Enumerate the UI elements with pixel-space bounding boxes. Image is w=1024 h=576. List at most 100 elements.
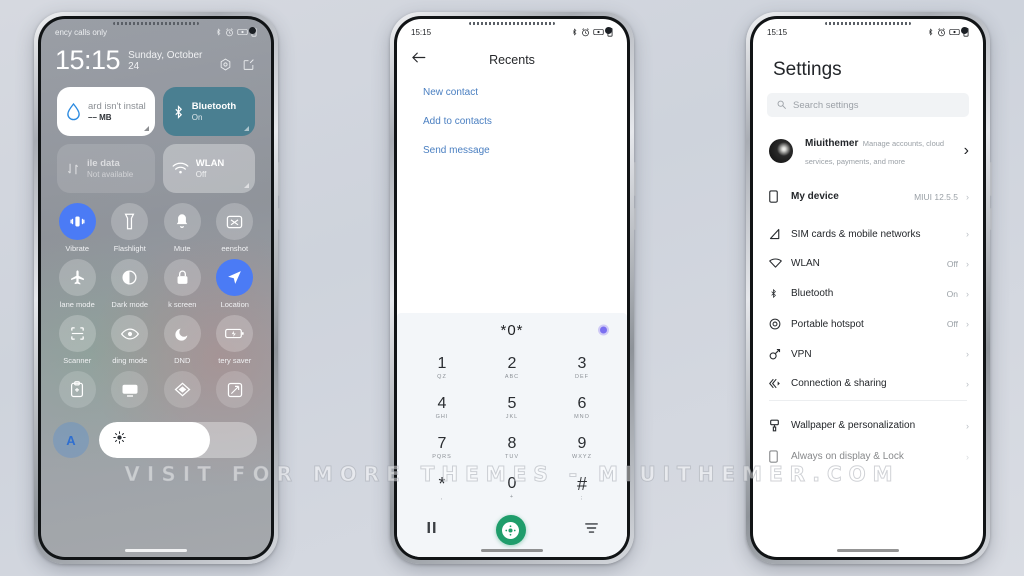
quick-card-storage[interactable]: ard isn't instal –– MB xyxy=(57,87,155,136)
dialpad-call-icon xyxy=(502,521,520,539)
dialpad-key-hash[interactable]: #; xyxy=(547,469,617,507)
eye-icon xyxy=(111,315,149,352)
row-label: Bluetooth xyxy=(791,288,834,299)
sync-icon xyxy=(216,371,254,408)
toggle-label: Dark mode xyxy=(111,300,149,309)
toggle-screenshot[interactable]: eenshot xyxy=(209,203,262,253)
page-title: Settings xyxy=(773,59,842,80)
dialpad-key-1[interactable]: 1 QZ xyxy=(407,349,477,387)
quick-card-sub: –– MB xyxy=(88,113,112,122)
quick-cards: ard isn't instal –– MB Bluetooth On ile … xyxy=(41,74,271,193)
auto-brightness-button[interactable]: A xyxy=(53,422,89,458)
key-letters: DEF xyxy=(575,374,589,380)
key-letters: GHI xyxy=(435,414,449,420)
sim-select-icon[interactable] xyxy=(584,521,598,539)
toggle-lock-screen[interactable]: k screen xyxy=(156,259,209,309)
earpiece-grille xyxy=(825,22,911,25)
key-digit: 4 xyxy=(437,395,447,412)
toggle-dnd[interactable]: DND xyxy=(156,315,209,365)
toggle-flashlight[interactable]: Flashlight xyxy=(104,203,157,253)
chevron-right-icon: › xyxy=(966,349,969,359)
option-new-contact[interactable]: New contact xyxy=(423,87,627,98)
row-label: Always on display & Lock xyxy=(791,451,904,462)
card-resize-handle[interactable] xyxy=(244,183,249,188)
dialpad-key-6[interactable]: 6 MNO xyxy=(547,389,617,427)
dialpad-key-star[interactable]: *, xyxy=(407,469,477,507)
toggle-sync[interactable] xyxy=(209,371,262,412)
toggle-reading-mode[interactable]: ding mode xyxy=(104,315,157,365)
dialpad-key-9[interactable]: 9 WXYZ xyxy=(547,429,617,467)
quick-card-title: Bluetooth xyxy=(191,101,237,112)
option-add-to-contacts[interactable]: Add to contacts xyxy=(423,116,627,127)
toggle-label: Scanner xyxy=(63,356,92,365)
key-letters: TUV xyxy=(505,454,519,460)
cast-icon xyxy=(111,371,149,408)
option-send-message[interactable]: Send message xyxy=(423,145,627,156)
settings-row-bluetooth[interactable]: Bluetooth On › xyxy=(753,278,983,309)
settings-row-my-device[interactable]: My device MIUI 12.5.5 › xyxy=(753,181,983,212)
toggle-battery-saver[interactable]: tery saver xyxy=(209,315,262,365)
settings-row-wallpaper[interactable]: Wallpaper & personalization › xyxy=(753,410,983,441)
toggle-mute[interactable]: Mute xyxy=(156,203,209,253)
sim-indicator-dot[interactable] xyxy=(598,324,609,336)
key-letters: ; xyxy=(580,495,584,501)
vibrate-status-icon xyxy=(593,29,604,35)
toggle-nfc[interactable] xyxy=(156,371,209,412)
toggle-location[interactable]: Location xyxy=(209,259,262,309)
chevron-right-icon: › xyxy=(966,288,969,299)
toggle-vibrate[interactable]: Vibrate xyxy=(51,203,104,253)
card-resize-handle[interactable] xyxy=(244,126,249,131)
brush-icon xyxy=(769,419,791,432)
bell-icon xyxy=(163,203,201,240)
status-time: 15:15 xyxy=(411,27,432,37)
dialpad-key-8[interactable]: 8 TUV xyxy=(477,429,547,467)
app-bar: Recents xyxy=(397,37,627,71)
toggle-cast[interactable] xyxy=(104,371,157,412)
quick-card-bluetooth[interactable]: Bluetooth On xyxy=(162,87,255,136)
quick-card-mobile-data[interactable]: ile data Not available xyxy=(57,144,155,193)
bluetooth-icon xyxy=(175,104,182,119)
phone-device-control-center: ency calls only 15:15 Sunday, October 24 xyxy=(34,12,280,564)
wifi-icon xyxy=(172,162,189,174)
row-value: MIUI 12.5.5 xyxy=(914,191,958,202)
settings-row-portable-hotspot[interactable]: Portable hotspot Off › xyxy=(753,309,983,339)
settings-row-sim-cards[interactable]: SIM cards & mobile networks › xyxy=(753,219,983,249)
moon-icon xyxy=(163,315,201,352)
settings-row-vpn[interactable]: VPN › xyxy=(753,339,983,369)
settings-row-wlan[interactable]: WLAN Off › xyxy=(753,249,983,278)
settings-row-connection-sharing[interactable]: Connection & sharing › xyxy=(753,369,983,398)
pause-icon[interactable] xyxy=(426,521,437,539)
toggle-label: lane mode xyxy=(59,300,95,309)
row-value: On xyxy=(946,288,958,299)
toggle-airplane-mode[interactable]: lane mode xyxy=(51,259,104,309)
dialpad-key-5[interactable]: 5 JKL xyxy=(477,389,547,427)
settings-shortcut-icon[interactable] xyxy=(219,58,232,71)
edit-icon[interactable] xyxy=(242,58,255,71)
dialpad-key-7[interactable]: 7 PQRS xyxy=(407,429,477,467)
brightness-slider[interactable] xyxy=(99,422,257,458)
dialpad-key-3[interactable]: 3 DEF xyxy=(547,349,617,387)
alarm-icon xyxy=(226,27,233,36)
dialpad-key-0[interactable]: 0 + xyxy=(477,469,547,507)
row-value: Off xyxy=(946,319,958,329)
toggle-dark-mode[interactable]: Dark mode xyxy=(104,259,157,309)
search-settings-field[interactable]: Search settings xyxy=(767,93,969,117)
toggle-label: Flashlight xyxy=(113,244,146,253)
quick-card-wlan[interactable]: WLAN Off xyxy=(162,144,255,193)
key-letters: ABC xyxy=(504,374,520,380)
account-row[interactable]: Miuithemer Manage accounts, cloud servic… xyxy=(753,123,983,181)
vibrate-icon xyxy=(58,203,96,240)
account-name: Miuithemer xyxy=(805,138,859,149)
dialpad-key-2[interactable]: 2 ABC xyxy=(477,349,547,387)
settings-row-always-on-display[interactable]: Always on display & Lock › xyxy=(753,441,983,472)
contrast-icon xyxy=(111,259,149,296)
toggle-scanner[interactable]: Scanner xyxy=(51,315,104,365)
call-button[interactable] xyxy=(495,515,526,545)
toggle-clipboard[interactable] xyxy=(51,371,104,412)
card-resize-handle[interactable] xyxy=(143,126,149,131)
bluetooth-icon xyxy=(928,28,933,36)
number-display[interactable]: *0* xyxy=(397,313,627,347)
row-label: Portable hotspot xyxy=(791,318,864,330)
dialpad-key-4[interactable]: 4 GHI xyxy=(407,389,477,427)
screenshot-icon xyxy=(216,203,254,240)
